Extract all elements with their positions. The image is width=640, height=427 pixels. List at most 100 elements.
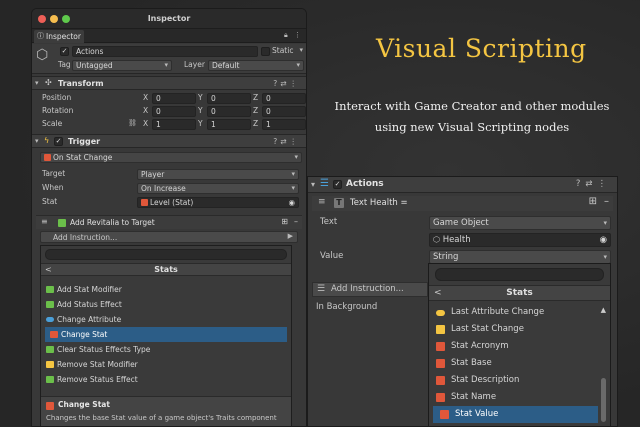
scale-y-field[interactable]: 1: [207, 119, 251, 130]
add-icon[interactable]: ⊞: [589, 196, 597, 207]
lock-icon[interactable]: 🔒︎: [284, 31, 288, 39]
remove-icon[interactable]: –: [604, 196, 609, 207]
add-icon[interactable]: ⊞: [281, 217, 288, 226]
popup-header: < Stats: [41, 263, 291, 276]
list-item-selected[interactable]: Stat Value: [433, 406, 598, 423]
list-item[interactable]: Remove Status Effect: [41, 372, 291, 387]
list-item[interactable]: Add Stat Modifier: [41, 282, 291, 297]
link-icon[interactable]: ⛓︎: [128, 119, 137, 127]
more-icon[interactable]: ⋮: [290, 79, 301, 88]
scale-z-field[interactable]: 1: [262, 119, 306, 130]
popup-search-input[interactable]: [435, 268, 604, 281]
fold-arrow-icon[interactable]: ▾: [311, 180, 315, 189]
object-name-field[interactable]: Actions: [72, 46, 258, 57]
trigger-section-header[interactable]: ▾ ϟ ✓ Trigger ?⇄⋮: [32, 134, 306, 148]
object-active-checkbox[interactable]: ✓: [60, 47, 69, 56]
add-instruction-button[interactable]: Add Instruction... ▶: [40, 231, 298, 243]
hero-subtitle: Interact with Game Creator and other mod…: [334, 99, 610, 134]
static-checkbox[interactable]: [261, 47, 270, 56]
list-item[interactable]: Stat Base: [429, 355, 610, 372]
actions-title: Actions: [346, 179, 384, 189]
fold-arrow-icon[interactable]: ▾: [35, 79, 39, 87]
instruction-label: Add Revitalia to Target: [70, 218, 155, 227]
stat-icon: [440, 410, 449, 419]
drag-handle-icon[interactable]: ≡: [41, 217, 48, 226]
stat-icon: [44, 154, 51, 161]
list-item[interactable]: Clear Status Effects Type: [41, 342, 291, 357]
settings-icon[interactable]: ⇄: [280, 137, 289, 146]
list-item[interactable]: Stat Acronym: [429, 338, 610, 355]
list-item[interactable]: Stat Name: [429, 389, 610, 406]
stat-icon: [141, 199, 148, 206]
axis-z-label: Z: [253, 106, 259, 115]
position-label: Position: [42, 93, 72, 102]
tag-label: Tag: [58, 60, 71, 69]
item-label: Remove Stat Modifier: [57, 360, 138, 369]
list-item-selected[interactable]: Change Stat: [45, 327, 287, 342]
scroll-up-icon[interactable]: ▲: [601, 306, 606, 314]
more-icon[interactable]: ⋮: [290, 137, 301, 146]
actions-header[interactable]: ▾ ☰ ✓ Actions ?⇄⋮: [308, 177, 617, 193]
transform-title: Transform: [58, 79, 104, 88]
scale-x-field[interactable]: 1: [152, 119, 196, 130]
popup-search-input[interactable]: [45, 249, 287, 260]
actions-enabled-checkbox[interactable]: ✓: [333, 180, 342, 189]
axis-x-label: X: [143, 106, 149, 115]
list-item[interactable]: Last Attribute Change: [429, 304, 610, 321]
position-x-field[interactable]: 0: [152, 93, 196, 104]
text-object-field[interactable]: ⬡ Health ◉: [429, 233, 611, 247]
target-dropdown[interactable]: Player: [137, 169, 299, 180]
item-label: Last Attribute Change: [451, 307, 545, 317]
list-item[interactable]: Change Attribute: [41, 312, 291, 327]
stat-field[interactable]: Level (Stat) ◉: [137, 197, 299, 208]
tab-inspector[interactable]: ⓘ Inspector: [34, 30, 84, 43]
position-z-field[interactable]: 0: [262, 93, 306, 104]
instruction-row[interactable]: ≡ Add Revitalia to Target ⊞ –: [36, 215, 302, 229]
when-dropdown[interactable]: On Increase: [137, 183, 299, 194]
list-item[interactable]: Add Status Effect: [41, 297, 291, 312]
effect-icon: [58, 219, 66, 227]
item-label: Stat Acronym: [451, 341, 509, 351]
object-picker-icon[interactable]: ◉: [288, 198, 295, 207]
remove-icon[interactable]: –: [294, 217, 298, 226]
add-instruction-button[interactable]: ☰ Add Instruction...: [312, 282, 428, 297]
axis-z-label: Z: [253, 119, 259, 128]
value-type-dropdown[interactable]: String: [429, 250, 611, 264]
position-y-field[interactable]: 0: [207, 93, 251, 104]
scrollbar-thumb[interactable]: [601, 378, 606, 422]
transform-section-header[interactable]: ▾ ✣ Transform ?⇄⋮: [32, 76, 306, 90]
text-type-dropdown[interactable]: Game Object: [429, 216, 611, 230]
cube-icon: ⬡: [36, 47, 49, 63]
settings-icon[interactable]: ⇄: [585, 179, 597, 189]
chevron-down-icon[interactable]: ▾: [299, 46, 303, 54]
trigger-enabled-checkbox[interactable]: ✓: [54, 137, 63, 146]
tab-bar: ⓘ Inspector 🔒︎ ⋮: [32, 29, 306, 43]
tag-dropdown[interactable]: Untagged: [72, 60, 172, 71]
rotation-x-field[interactable]: 0: [152, 106, 196, 117]
item-label: Add Stat Modifier: [57, 285, 122, 294]
text-type-icon: T: [334, 198, 344, 208]
target-label: Target: [42, 169, 66, 178]
rotation-y-field[interactable]: 0: [207, 106, 251, 117]
stat-icon: [436, 393, 445, 402]
drag-handle-icon[interactable]: ≡: [318, 197, 326, 207]
layer-dropdown[interactable]: Default: [208, 60, 304, 71]
event-dropdown[interactable]: On Stat Change: [40, 152, 302, 163]
modifier-icon: [46, 286, 54, 293]
layer-label: Layer: [184, 60, 205, 69]
object-picker-icon[interactable]: ◉: [600, 234, 607, 246]
actions-icon: ☰: [320, 178, 329, 189]
settings-icon[interactable]: ⇄: [280, 79, 289, 88]
item-label: Add Status Effect: [57, 300, 122, 309]
stat-icon: [436, 342, 445, 351]
node-row[interactable]: ≡ T Text Health = ⊞ –: [312, 196, 613, 211]
more-menu-icon[interactable]: ⋮: [294, 31, 301, 39]
help-icon[interactable]: ?: [576, 179, 586, 189]
list-item[interactable]: Stat Description: [429, 372, 610, 389]
list-item[interactable]: Remove Stat Modifier: [41, 357, 291, 372]
list-item[interactable]: Last Stat Change: [429, 321, 610, 338]
more-icon[interactable]: ⋮: [598, 179, 612, 189]
rotation-z-field[interactable]: 0: [262, 106, 306, 117]
window-titlebar: Inspector: [32, 9, 306, 29]
fold-arrow-icon[interactable]: ▾: [35, 137, 39, 145]
